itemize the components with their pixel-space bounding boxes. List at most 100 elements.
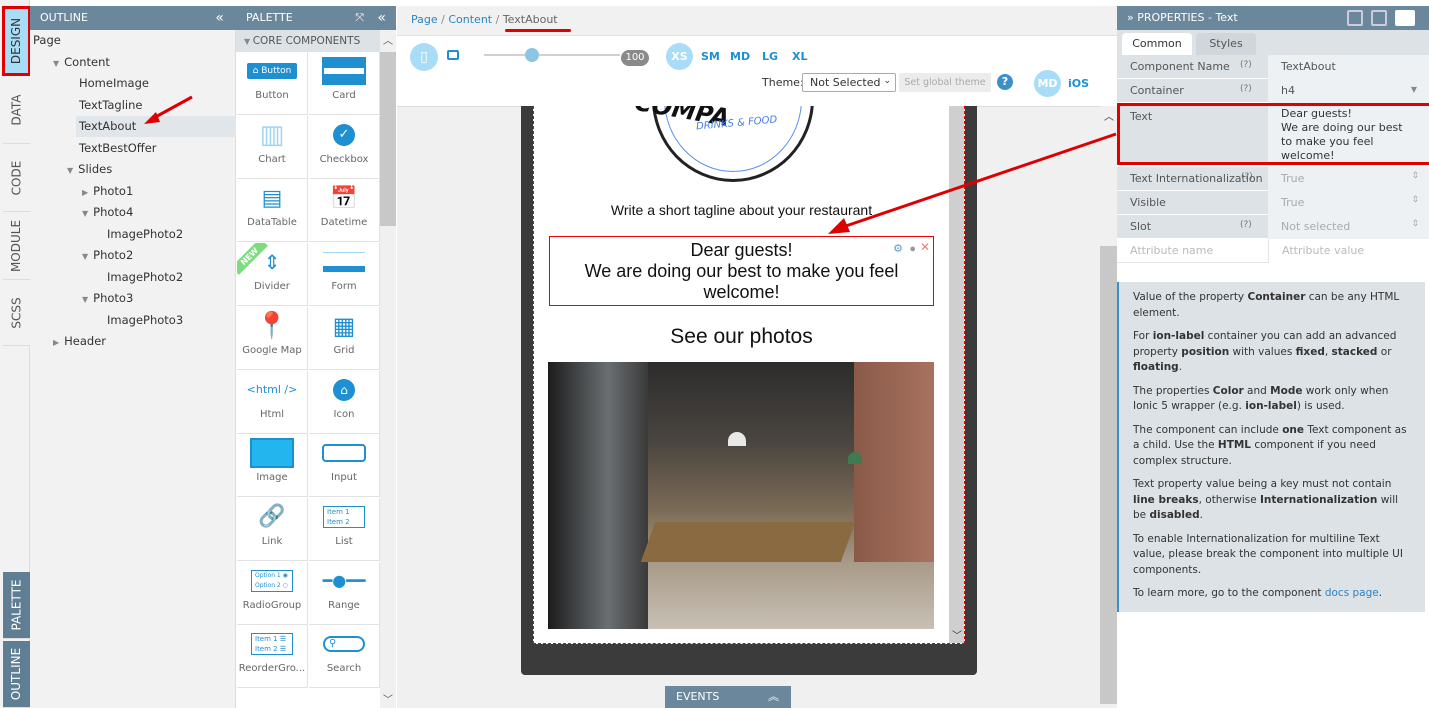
tree-item[interactable]: ▼ Photo4 — [82, 205, 133, 219]
zoom-slider[interactable] — [484, 54, 620, 56]
attribute-name-input[interactable]: Attribute name — [1130, 244, 1213, 257]
tree-item[interactable]: ▶ Header — [53, 334, 106, 348]
tab-label: CODE — [9, 160, 24, 195]
palette-item-range[interactable]: ━●━━ Range — [309, 561, 380, 625]
zoom-slider-handle[interactable] — [524, 48, 539, 62]
palette-item-label: Html — [260, 408, 284, 420]
settings-gear-icon[interactable]: ⚙ — [893, 239, 903, 260]
text-i18n-select[interactable]: True ⇕ — [1268, 167, 1429, 191]
palette-item-list[interactable]: Item 1 Item 2 List — [309, 497, 380, 561]
tab-scss[interactable]: SCSS — [3, 280, 30, 346]
tab-palette[interactable]: PALETTE — [3, 572, 30, 639]
collapse-icon[interactable]: « — [215, 6, 224, 30]
text-about-selected[interactable]: Dear guests! We are doing our best to mak… — [549, 236, 934, 306]
tree-item[interactable]: ImagePhoto2 — [107, 227, 183, 241]
palette-item-link[interactable]: 🔗 Link — [237, 497, 308, 561]
link-icon: 🔗 — [258, 504, 286, 530]
tree-item[interactable]: ▼ Photo3 — [82, 291, 133, 305]
palette-item-label: DataTable — [247, 217, 297, 229]
palette-item-input[interactable]: Input — [309, 434, 380, 498]
palette-item-label: Datetime — [320, 217, 368, 229]
size-md-button[interactable]: MD — [730, 50, 750, 63]
palette-item-divider[interactable]: ⇕ Divider NEW — [237, 243, 308, 307]
theme-label: Theme: — [762, 76, 804, 89]
palette-item-radiogroup[interactable]: Option 1 ◉ Option 2 ○ RadioGroup — [237, 561, 308, 625]
container-select[interactable]: h4 ▼ — [1268, 79, 1429, 103]
mode-md-button[interactable]: MD — [1034, 70, 1061, 97]
set-global-theme-button[interactable]: Set global theme — [899, 73, 991, 92]
prop-text: Text Dear guests! We are doing our best t… — [1117, 103, 1429, 165]
palette-item-icon[interactable]: ⌂ Icon — [309, 370, 380, 434]
tab-code[interactable]: CODE — [3, 144, 30, 212]
palette-item-search[interactable]: ⚲ Search — [309, 625, 380, 689]
phone-view-icon[interactable]: ▯ — [410, 43, 438, 71]
collapse-icon[interactable]: « — [377, 6, 386, 30]
palette-item-label: Image — [256, 472, 288, 484]
tab-outline[interactable]: OUTLINE — [3, 641, 30, 708]
palette-item-google-map[interactable]: 📍 Google Map — [237, 306, 308, 370]
size-xl-button[interactable]: XL — [792, 50, 808, 63]
google-map-icon: 📍 — [255, 310, 289, 341]
palette-item-button[interactable]: ⌂ Button Button — [237, 52, 308, 115]
tree-item-content[interactable]: ▼ Content — [53, 55, 110, 69]
photos-heading[interactable]: See our photos — [534, 325, 949, 349]
palette-item-chart[interactable]: ▥ Chart — [237, 115, 308, 179]
link-icon[interactable]: ● — [909, 239, 916, 260]
tablet-view-icon[interactable] — [447, 50, 459, 60]
component-name-input[interactable]: TextAbout — [1268, 55, 1429, 79]
palette-item-datetime[interactable]: 📅 Datetime — [309, 179, 380, 243]
breadcrumb-content[interactable]: Content — [448, 13, 492, 26]
events-tab[interactable]: EVENTS ︽ — [665, 686, 791, 708]
palette-item-checkbox[interactable]: ✓ Checkbox — [309, 115, 380, 179]
palette-item-label: Checkbox — [319, 153, 369, 165]
size-xs-button[interactable]: XS — [666, 43, 693, 70]
tree-item[interactable]: ▼ Photo2 — [82, 248, 133, 262]
palette-item-card[interactable]: Card — [309, 52, 380, 115]
palette-item-datatable[interactable]: ▤ DataTable — [237, 179, 308, 243]
tree-item[interactable]: TextTagline — [79, 98, 142, 112]
tab-design[interactable]: DESIGN — [2, 6, 31, 76]
tree-item[interactable]: HomeImage — [79, 76, 149, 90]
tree-item-selected[interactable]: TextAbout — [79, 119, 136, 133]
palette-section-header[interactable]: ▼ CORE COMPONENTS — [236, 30, 380, 52]
docs-page-link[interactable]: docs page — [1325, 587, 1379, 599]
tree-item[interactable]: ▼ Slides — [67, 162, 112, 176]
tab-styles[interactable]: Styles — [1196, 33, 1256, 55]
expand-icon[interactable]: ⤧ — [355, 6, 364, 30]
help-icon[interactable]: ? — [997, 74, 1013, 90]
datetime-icon: 📅 — [330, 185, 358, 211]
tab-label: SCSS — [9, 296, 24, 329]
remove-close-icon[interactable]: ✕ — [920, 237, 930, 258]
tree-item-page[interactable]: Page — [33, 33, 61, 47]
slot-select[interactable]: Not selected ⇕ — [1268, 215, 1429, 239]
palette-item-label: Button — [255, 90, 289, 101]
size-lg-button[interactable]: LG — [762, 50, 778, 63]
visible-select[interactable]: True ⇕ — [1268, 191, 1429, 215]
tab-data[interactable]: DATA — [3, 76, 30, 144]
attribute-value-input[interactable]: Attribute value — [1268, 239, 1429, 263]
theme-select[interactable]: Not Selected ⌄ — [802, 73, 896, 92]
tree-item[interactable]: ImagePhoto3 — [107, 313, 183, 327]
tab-common[interactable]: Common — [1122, 33, 1192, 55]
layout-rows-icon[interactable] — [1347, 10, 1363, 26]
palette-item-reordergro-[interactable]: Item 1 ☰ Item 2 ☰ ReorderGro... — [237, 625, 308, 689]
tree-item[interactable]: TextBestOffer — [79, 141, 157, 155]
expand-icon[interactable]: » — [1127, 11, 1137, 24]
palette-scrollbar[interactable]: ︿ ﹀ — [380, 30, 396, 708]
breadcrumb-page[interactable]: Page — [411, 13, 438, 26]
palette-item-html[interactable]: <html /> Html — [237, 370, 308, 434]
tree-item[interactable]: ImagePhoto2 — [107, 270, 183, 284]
tab-module[interactable]: MODULE — [3, 212, 30, 280]
help-p3: The properties Color and Mode work only … — [1133, 384, 1389, 413]
palette-item-grid[interactable]: ▦ Grid — [309, 306, 380, 370]
mode-ios-button[interactable]: iOS — [1068, 77, 1089, 90]
size-sm-button[interactable]: SM — [701, 50, 720, 63]
tree-item[interactable]: ▶ Photo1 — [82, 184, 133, 198]
palette-item-form[interactable]: Form — [309, 243, 380, 307]
text-textarea[interactable]: Dear guests! We are doing our best to ma… — [1268, 106, 1429, 162]
folder-icon[interactable] — [1395, 10, 1415, 26]
palette-header: PALETTE ⤧ « — [236, 6, 396, 30]
layout-columns-icon[interactable] — [1371, 10, 1387, 26]
palette-item-image[interactable]: Image — [237, 434, 308, 498]
range-icon: ━●━━ — [322, 571, 366, 591]
